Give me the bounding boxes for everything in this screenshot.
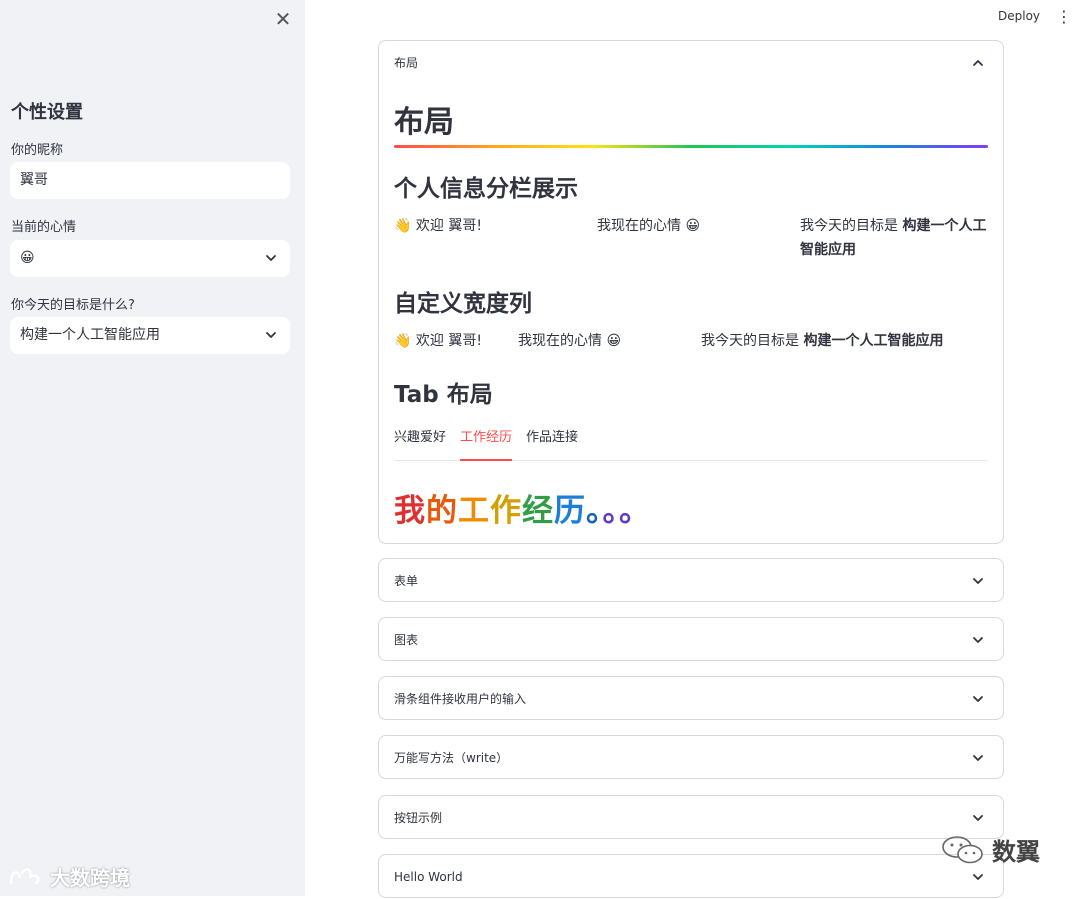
rainbow-char: 我	[394, 493, 426, 529]
expander-layout-label: 布局	[394, 56, 419, 70]
expander-chart-label: 图表	[394, 633, 419, 647]
expander-slider-header[interactable]: 滑条组件接收用户的输入	[379, 677, 1003, 721]
expander-buttons-label: 按钮示例	[394, 811, 443, 825]
mood-select[interactable]: 😀	[10, 240, 290, 277]
custom-column-goal-prefix: 我今天的目标是	[701, 333, 804, 349]
column-welcome: 👋 欢迎 翼哥!	[394, 218, 482, 234]
expander-chart[interactable]: 图表	[378, 617, 1004, 661]
chevron-down-icon	[973, 696, 983, 702]
goal-select[interactable]: 构建一个人工智能应用	[10, 317, 290, 354]
custom-column-goal-value: 构建一个人工智能应用	[803, 333, 944, 349]
custom-column-goal: 我今天的目标是 构建一个人工智能应用	[701, 329, 943, 353]
watermark-right: 数翼	[940, 832, 1040, 867]
custom-column-mood: 我现在的心情 😀	[518, 333, 622, 349]
tab-bar: 兴趣爱好 工作经历 作品连接	[394, 425, 988, 461]
nickname-value: 翼哥	[20, 172, 48, 188]
tab-content-rainbow-text: 我的工作经历。。。	[394, 485, 651, 530]
nickname-label: 你的昵称	[11, 143, 64, 158]
expander-buttons[interactable]: 按钮示例	[378, 795, 1004, 839]
section-custom-width-title: 自定义宽度列	[394, 291, 532, 317]
chevron-down-icon	[973, 874, 983, 880]
expander-write-header[interactable]: 万能写方法（write）	[379, 736, 1003, 780]
tab-work-experience[interactable]: 工作经历	[460, 425, 513, 461]
column-mood: 我现在的心情 😀	[597, 218, 701, 234]
expander-hello-world-header[interactable]: Hello World	[379, 855, 1003, 899]
close-sidebar-icon[interactable]: ✕	[272, 8, 294, 30]
expander-slider[interactable]: 滑条组件接收用户的输入	[378, 676, 1004, 720]
column-goal: 我今天的目标是 构建一个人工智能应用	[800, 214, 990, 262]
custom-column-welcome: 👋 欢迎 翼哥!	[394, 333, 482, 349]
expander-slider-label: 滑条组件接收用户的输入	[394, 692, 527, 706]
rainbow-char: 的	[426, 493, 458, 529]
section-tab-layout-title: Tab 布局	[394, 382, 493, 408]
watermark-left: 大数跨境	[8, 862, 130, 891]
sidebar: ✕ 个性设置 你的昵称 翼哥 当前的心情 😀 你今天的目标是什么? 构建一个人工…	[0, 0, 305, 896]
chevron-down-icon	[973, 815, 983, 821]
chevron-up-icon	[973, 60, 983, 66]
column-goal-prefix: 我今天的目标是	[800, 218, 903, 234]
expander-buttons-header[interactable]: 按钮示例	[379, 796, 1003, 840]
watermark-right-text: 数翼	[992, 838, 1040, 866]
expander-hello-world[interactable]: Hello World	[378, 854, 1004, 898]
layout-title: 布局	[394, 105, 454, 140]
expander-form-label: 表单	[394, 574, 419, 588]
expander-write-label: 万能写方法（write）	[394, 751, 509, 765]
expander-write[interactable]: 万能写方法（write）	[378, 735, 1004, 779]
expander-form[interactable]: 表单	[378, 558, 1004, 602]
chevron-down-icon	[973, 755, 983, 761]
rainbow-char: 经	[522, 493, 554, 529]
expander-layout: 布局 布局 个人信息分栏展示 👋 欢迎 翼哥! 我现在的心情 😀 我今天的目标是…	[378, 40, 1004, 544]
chevron-down-icon	[266, 255, 276, 261]
expander-form-header[interactable]: 表单	[379, 559, 1003, 603]
rainbow-char: 。	[586, 493, 603, 529]
sidebar-title: 个性设置	[11, 102, 83, 123]
rainbow-char: 历	[554, 493, 586, 529]
tab-portfolio-links[interactable]: 作品连接	[526, 425, 578, 461]
tab-hobbies[interactable]: 兴趣爱好	[394, 425, 446, 461]
watermark-left-text: 大数跨境	[50, 866, 130, 890]
rainbow-char: 。	[619, 493, 651, 529]
main-menu-icon[interactable]: ⋮	[1056, 8, 1072, 26]
rainbow-char: 。	[602, 493, 619, 529]
nickname-input[interactable]: 翼哥	[10, 162, 290, 199]
rainbow-char: 工	[458, 493, 490, 529]
expander-layout-header[interactable]: 布局	[379, 41, 1003, 85]
rainbow-char: 作	[490, 493, 522, 529]
expander-chart-header[interactable]: 图表	[379, 618, 1003, 662]
mood-value: 😀	[20, 250, 35, 266]
section-columns-title: 个人信息分栏展示	[394, 176, 578, 202]
wechat-icon	[942, 835, 983, 863]
goal-value: 构建一个人工智能应用	[20, 327, 160, 343]
brand-logo-icon	[9, 867, 40, 884]
chevron-down-icon	[973, 578, 983, 584]
deploy-button[interactable]: Deploy	[998, 9, 1040, 23]
chevron-down-icon	[266, 332, 276, 338]
goal-label: 你今天的目标是什么?	[11, 298, 135, 313]
mood-label: 当前的心情	[11, 220, 77, 235]
expander-hello-world-label: Hello World	[394, 870, 463, 884]
chevron-down-icon	[973, 637, 983, 643]
rainbow-divider	[394, 145, 988, 148]
